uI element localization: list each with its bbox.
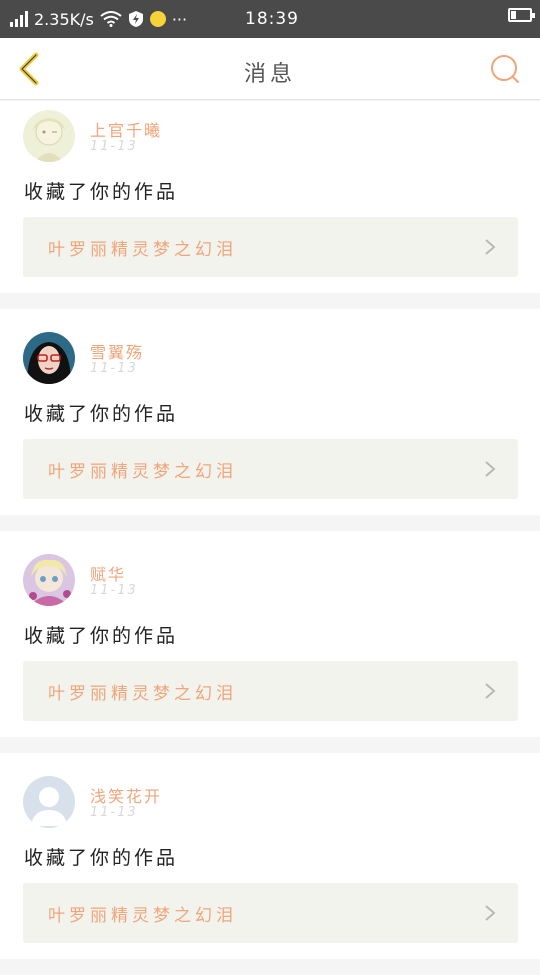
username[interactable]: 浅笑花开: [90, 783, 162, 807]
message-date: 11-13: [90, 139, 138, 154]
username[interactable]: 赋华: [90, 561, 126, 585]
status-left: 2.35K/s ···: [10, 10, 187, 29]
chevron-right-icon: [485, 683, 496, 699]
username[interactable]: 雪翼殇: [90, 339, 144, 363]
search-icon[interactable]: [488, 52, 522, 86]
avatar[interactable]: [23, 776, 75, 828]
work-title: 叶罗丽精灵梦之幻泪: [48, 239, 237, 260]
battery-icon: [508, 8, 535, 22]
network-speed: 2.35K/s: [34, 9, 94, 29]
work-link[interactable]: 叶罗丽精灵梦之幻泪: [23, 883, 518, 943]
message-list: 上官千曦 11-13 收藏了你的作品 叶罗丽精灵梦之幻泪 雪翼殇 11-13 收…: [0, 101, 540, 975]
list-item: 上官千曦 11-13 收藏了你的作品 叶罗丽精灵梦之幻泪: [0, 101, 540, 293]
action-text: 收藏了你的作品: [24, 625, 179, 647]
action-text: 收藏了你的作品: [24, 847, 179, 869]
page-title: 消息: [243, 62, 296, 87]
work-title: 叶罗丽精灵梦之幻泪: [48, 461, 237, 482]
message-date: 11-13: [90, 361, 138, 376]
work-title: 叶罗丽精灵梦之幻泪: [48, 905, 237, 926]
action-text: 收藏了你的作品: [24, 403, 179, 425]
work-link[interactable]: 叶罗丽精灵梦之幻泪: [23, 439, 518, 499]
action-text: 收藏了你的作品: [24, 181, 179, 203]
username[interactable]: 上官千曦: [90, 117, 162, 141]
status-bar: 2.35K/s ··· 18:39: [0, 0, 540, 38]
list-item: 雪翼殇 11-13 收藏了你的作品 叶罗丽精灵梦之幻泪: [0, 309, 540, 515]
work-link[interactable]: 叶罗丽精灵梦之幻泪: [23, 217, 518, 277]
status-time: 18:39: [245, 9, 299, 29]
message-date: 11-13: [90, 583, 138, 598]
chevron-right-icon: [485, 239, 496, 255]
nav-bar: 消息: [0, 38, 540, 100]
wifi-icon: [100, 11, 122, 27]
avatar[interactable]: [23, 110, 75, 162]
work-link[interactable]: 叶罗丽精灵梦之幻泪: [23, 661, 518, 721]
work-title: 叶罗丽精灵梦之幻泪: [48, 683, 237, 704]
message-date: 11-13: [90, 805, 138, 820]
avatar[interactable]: [23, 332, 75, 384]
list-item: 赋华 11-13 收藏了你的作品 叶罗丽精灵梦之幻泪: [0, 531, 540, 737]
avatar[interactable]: [23, 554, 75, 606]
chevron-right-icon: [485, 461, 496, 477]
list-item: 浅笑花开 11-13 收藏了你的作品 叶罗丽精灵梦之幻泪: [0, 753, 540, 959]
notification-dot-icon: [149, 11, 166, 27]
signal-icon: [10, 11, 28, 27]
chevron-right-icon: [485, 905, 496, 921]
shield-icon: [128, 11, 143, 27]
more-indicator: ···: [171, 9, 188, 29]
